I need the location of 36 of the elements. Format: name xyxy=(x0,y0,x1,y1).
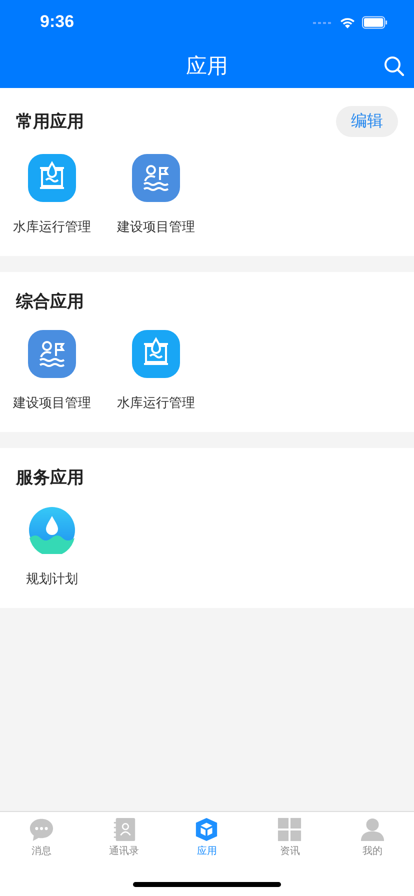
app-item[interactable]: 建设项目管理 xyxy=(104,154,208,236)
chat-bubble-icon xyxy=(28,817,54,842)
person-flag-icon xyxy=(28,330,76,378)
app-label: 建设项目管理 xyxy=(117,219,195,236)
edit-button[interactable]: 编辑 xyxy=(336,106,398,136)
tab[interactable]: 应用 xyxy=(166,812,248,862)
search-icon xyxy=(384,56,404,76)
tab[interactable]: 资讯 xyxy=(248,812,332,862)
page-title: 应用 xyxy=(186,53,228,80)
section-title: 常用应用 xyxy=(16,110,84,132)
person-flag-icon xyxy=(132,154,180,202)
app-item[interactable]: 水库运行管理 xyxy=(0,154,104,236)
tab[interactable]: 我的 xyxy=(331,812,414,862)
app-item[interactable]: 建设项目管理 xyxy=(0,330,104,412)
tab[interactable]: 消息 xyxy=(0,812,83,862)
water-tank-icon xyxy=(132,330,180,378)
app-label: 规划计划 xyxy=(26,571,78,588)
section-title: 服务应用 xyxy=(16,466,84,488)
grid-icon xyxy=(277,817,302,842)
app-item[interactable]: 规划计划 xyxy=(0,506,104,588)
water-tank-icon xyxy=(28,154,76,202)
tab[interactable]: 通讯录 xyxy=(82,812,166,862)
app-label: 水库运行管理 xyxy=(13,219,91,236)
person-icon xyxy=(360,817,386,842)
water-drop-icon xyxy=(28,506,76,554)
app-label: 水库运行管理 xyxy=(117,395,195,412)
cube-icon xyxy=(194,817,220,842)
status-time: 9:36 xyxy=(40,12,74,32)
signal-icon xyxy=(313,19,333,25)
battery-icon xyxy=(362,16,388,28)
section-title: 综合应用 xyxy=(16,290,84,312)
app-label: 建设项目管理 xyxy=(13,395,91,412)
address-book-icon xyxy=(112,817,137,842)
wifi-icon xyxy=(339,16,356,28)
app-item[interactable]: 水库运行管理 xyxy=(104,330,208,412)
search-button[interactable] xyxy=(382,54,406,78)
